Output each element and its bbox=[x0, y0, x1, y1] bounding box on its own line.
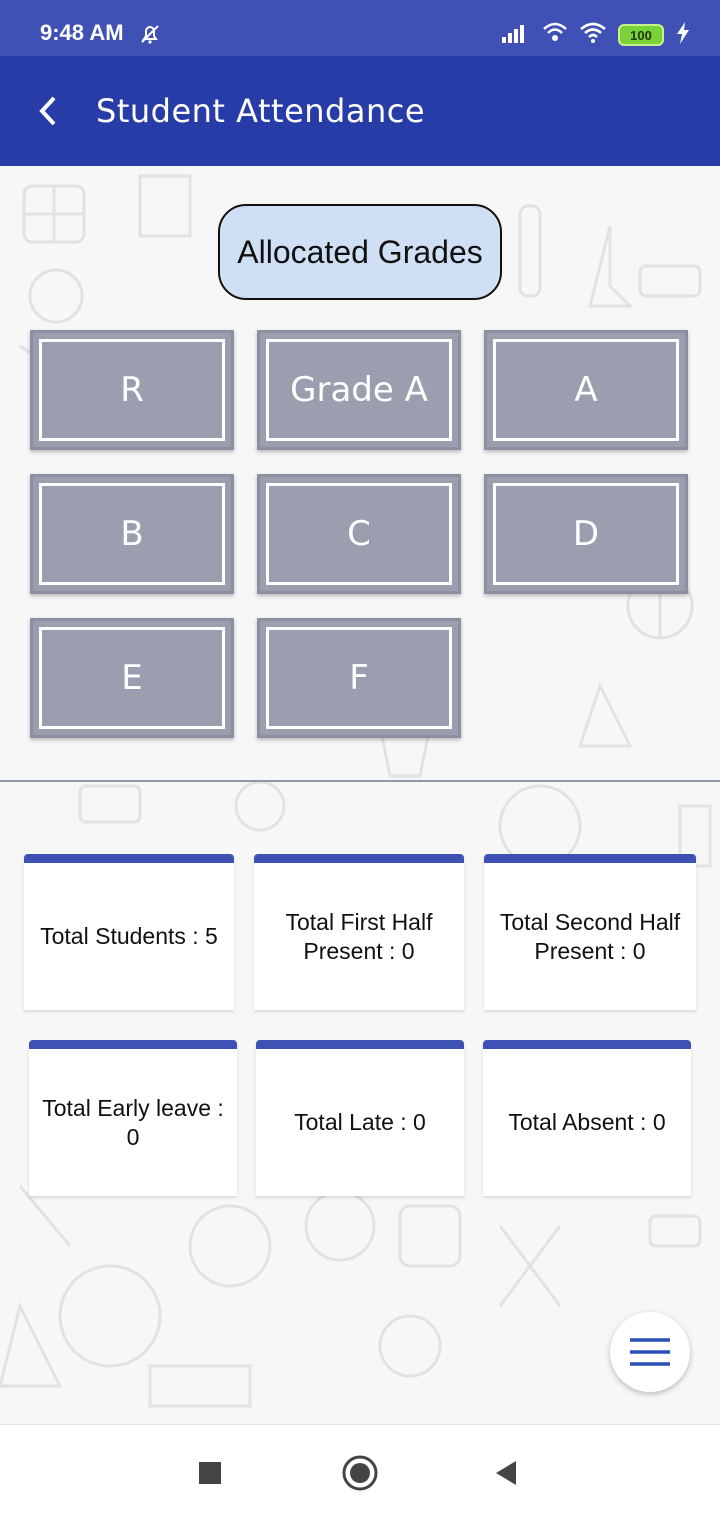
total-students-text: Total Students : 5 bbox=[40, 923, 218, 950]
status-time: 9:48 AM bbox=[40, 20, 124, 45]
wifi-calling-icon bbox=[542, 22, 568, 48]
allocated-grades-button[interactable]: Allocated Grades bbox=[218, 204, 502, 300]
total-students-card: Total Students : 5 bbox=[24, 854, 234, 1010]
battery-icon: 100 bbox=[618, 24, 664, 46]
total-absent-text: Total Absent : 0 bbox=[508, 1109, 666, 1136]
back-button[interactable] bbox=[28, 86, 68, 136]
grade-label: Grade A bbox=[266, 339, 452, 441]
grade-label: D bbox=[493, 483, 679, 585]
grade-label: B bbox=[39, 483, 225, 585]
menu-icon bbox=[630, 1338, 670, 1366]
total-early-leave-text: Total Early leave : 0 bbox=[42, 1094, 224, 1150]
main-content: Allocated Grades R Grade A A B C D E F T… bbox=[0, 166, 720, 1424]
grade-tile-e[interactable]: E bbox=[30, 618, 234, 738]
grade-tile-a[interactable]: A bbox=[484, 330, 688, 450]
grade-tile-r[interactable]: R bbox=[30, 330, 234, 450]
grade-label: F bbox=[266, 627, 452, 729]
grade-tile-b[interactable]: B bbox=[30, 474, 234, 594]
menu-fab-button[interactable] bbox=[610, 1312, 690, 1392]
total-second-half-text: Total Second Half Present : 0 bbox=[499, 908, 681, 964]
total-absent-card: Total Absent : 0 bbox=[483, 1040, 691, 1196]
recents-square-icon bbox=[199, 1462, 221, 1484]
divider bbox=[0, 780, 720, 782]
app-bar: Student Attendance bbox=[0, 56, 720, 166]
page-title: Student Attendance bbox=[96, 92, 426, 130]
total-second-half-card: Total Second Half Present : 0 bbox=[484, 854, 696, 1010]
grade-tile-grade-a[interactable]: Grade A bbox=[257, 330, 461, 450]
grade-tile-d[interactable]: D bbox=[484, 474, 688, 594]
grade-label: A bbox=[493, 339, 679, 441]
chevron-left-icon bbox=[39, 96, 56, 126]
home-circle-icon bbox=[342, 1455, 378, 1491]
muted-bell-icon bbox=[138, 22, 162, 50]
back-triangle-icon bbox=[496, 1461, 516, 1485]
total-first-half-card: Total First Half Present : 0 bbox=[254, 854, 464, 1010]
signal-icon bbox=[502, 23, 530, 47]
total-late-card: Total Late : 0 bbox=[256, 1040, 464, 1196]
home-button[interactable] bbox=[340, 1453, 380, 1493]
total-first-half-text: Total First Half Present : 0 bbox=[285, 908, 433, 964]
recents-button[interactable] bbox=[190, 1453, 230, 1493]
total-late-text: Total Late : 0 bbox=[294, 1109, 426, 1136]
status-bar: 9:48 AM 100 bbox=[0, 0, 720, 56]
back-nav-button[interactable] bbox=[486, 1453, 526, 1493]
wifi-icon bbox=[580, 22, 606, 48]
grade-label: C bbox=[266, 483, 452, 585]
grade-label: R bbox=[39, 339, 225, 441]
system-nav-bar bbox=[0, 1424, 720, 1520]
grade-tile-c[interactable]: C bbox=[257, 474, 461, 594]
grade-tile-f[interactable]: F bbox=[257, 618, 461, 738]
charging-icon bbox=[676, 22, 690, 48]
total-early-leave-card: Total Early leave : 0 bbox=[29, 1040, 237, 1196]
grade-label: E bbox=[39, 627, 225, 729]
